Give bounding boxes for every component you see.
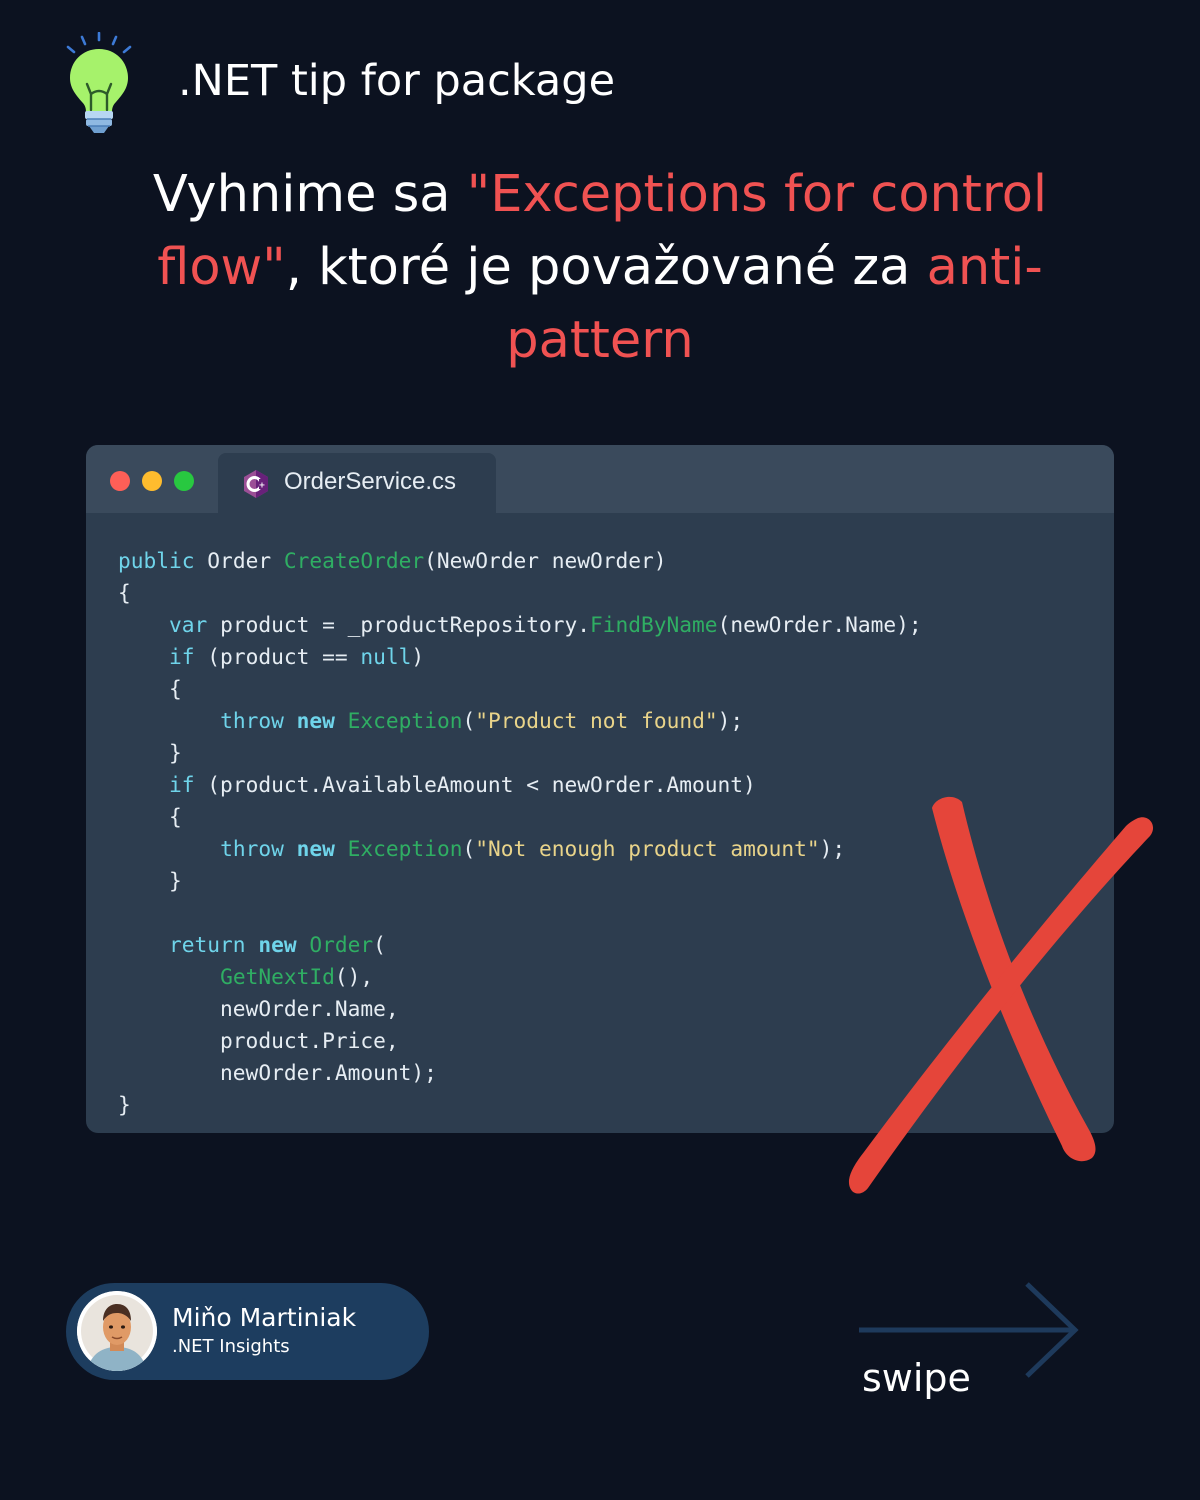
code-line: if (product == null) — [169, 644, 425, 669]
tip-title: .NET tip for package — [178, 56, 616, 106]
author-portrait — [77, 1291, 157, 1371]
code-line: throw new Exception("Product not found")… — [220, 708, 744, 733]
code-keyword: var — [169, 612, 208, 637]
code-token: public Order CreateOrder(NewOrder newOrd… — [118, 548, 667, 573]
code-line: GetNextId(), — [220, 964, 374, 989]
headline-text: , ktoré je považované za — [285, 238, 927, 297]
code-keyword: null — [360, 644, 412, 669]
author-card[interactable]: Miňo Martiniak .NET Insights — [66, 1283, 429, 1380]
code-keyword: throw — [220, 708, 284, 733]
code-keyword: public — [118, 548, 195, 573]
code-line: newOrder.Name, — [118, 996, 399, 1021]
code-keyword: throw — [220, 836, 284, 861]
code-line: { — [118, 676, 182, 701]
code-line: { — [118, 580, 131, 605]
code-line: newOrder.Amount); — [118, 1060, 437, 1085]
code-line: return new Order( — [169, 932, 386, 957]
code-line: } — [118, 868, 182, 893]
code-function: Order — [309, 932, 374, 957]
code-keyword: return — [169, 932, 246, 957]
swipe-label: swipe — [862, 1356, 971, 1400]
author-subtitle: .NET Insights — [172, 1336, 290, 1357]
csharp-icon: + — [244, 470, 268, 498]
code-function: CreateOrder — [283, 548, 425, 573]
code-string: "Not enough product amount" — [475, 836, 820, 861]
code-function: FindByName — [590, 612, 718, 637]
code-line: } — [118, 740, 182, 765]
code-line: } — [118, 1092, 131, 1117]
code-function: Exception — [347, 836, 463, 861]
code-keyword: new — [296, 836, 335, 861]
minimize-window-button[interactable] — [142, 471, 162, 491]
code-line: { — [118, 804, 182, 829]
code-function: GetNextId — [220, 964, 335, 989]
headline-text: Vyhnime sa — [152, 165, 467, 224]
code-keyword: if — [169, 644, 195, 669]
svg-text:+: + — [259, 481, 266, 490]
code-block: public Order CreateOrder(NewOrder newOrd… — [118, 545, 922, 1121]
code-line: public Order CreateOrder(NewOrder newOrd… — [118, 548, 667, 573]
code-keyword: new — [258, 932, 297, 957]
maximize-window-button[interactable] — [174, 471, 194, 491]
window-titlebar: + OrderService.cs — [86, 445, 1114, 515]
file-tab[interactable]: + OrderService.cs — [218, 453, 496, 515]
avatar — [77, 1291, 157, 1371]
author-name: Miňo Martiniak — [172, 1303, 357, 1332]
code-keyword: if — [169, 772, 195, 797]
code-function: Exception — [347, 708, 463, 733]
code-line: throw new Exception("Not enough product … — [220, 836, 846, 861]
code-line: var product = _productRepository.FindByN… — [169, 612, 922, 637]
lightbulb-icon — [66, 32, 132, 133]
headline: Vyhnime sa "Exceptions for control flow"… — [150, 158, 1050, 377]
code-string: "Product not found" — [475, 708, 718, 733]
file-name: OrderService.cs — [284, 468, 457, 495]
code-line: if (product.AvailableAmount < newOrder.A… — [169, 772, 756, 797]
close-window-button[interactable] — [110, 471, 130, 491]
code-keyword: new — [296, 708, 335, 733]
code-line: product.Price, — [118, 1028, 399, 1053]
red-x-mark — [848, 796, 1154, 1194]
